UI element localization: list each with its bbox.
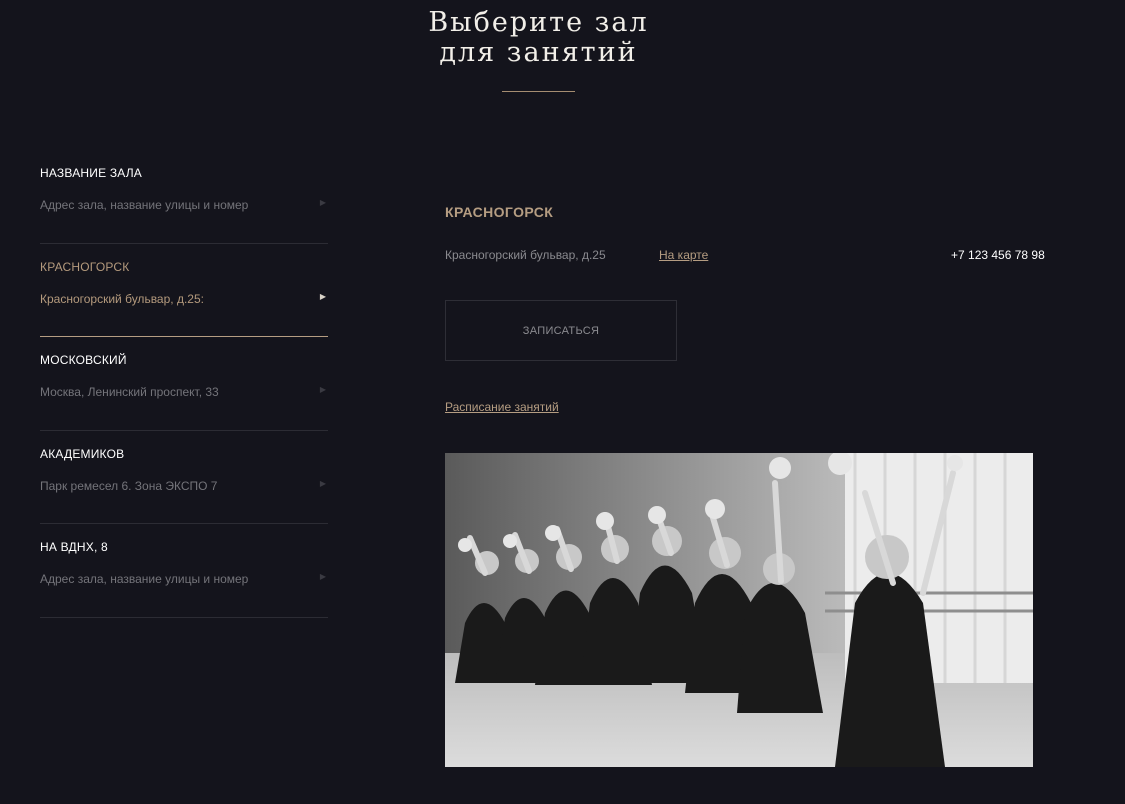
hall-address: Красногорский бульвар, д.25:	[40, 291, 204, 306]
hall-item-active[interactable]: КРАСНОГОРСК Красногорский бульвар, д.25:…	[40, 244, 328, 337]
hall-item[interactable]: НА ВДНХ, 8 Адрес зала, название улицы и …	[40, 524, 328, 618]
hall-name: КРАСНОГОРСК	[40, 259, 130, 274]
page-title-line-1: Выберите зал	[428, 7, 649, 38]
triangle-right-icon: ▶	[319, 198, 326, 207]
hall-name: НАЗВАНИЕ ЗАЛА	[40, 166, 143, 180]
map-link[interactable]: На карте	[659, 248, 708, 262]
triangle-right-icon: ▶	[319, 478, 326, 488]
hall-name: МОСКОВСКИЙ	[40, 353, 127, 367]
signup-button[interactable]: ЗАПИСАТЬСЯ	[445, 300, 677, 361]
triangle-right-icon: ▶	[319, 572, 326, 581]
hall-address: Адрес зала, название улицы и номер	[40, 572, 249, 586]
triangle-right-icon: ▶	[319, 291, 326, 301]
page-title: Выберите зал для занятий	[0, 8, 1077, 68]
hall-photo	[445, 453, 1033, 767]
triangle-right-icon: ▶	[319, 385, 326, 394]
hall-address: Парк ремесел 6. Зона ЭКСПО 7	[40, 478, 218, 493]
hall-list: НАЗВАНИЕ ЗАЛА Адрес зала, название улицы…	[40, 150, 328, 618]
phone-number[interactable]: +7 123 456 78 98	[951, 248, 1045, 262]
selected-hall-city: КРАСНОГОРСК	[445, 204, 554, 220]
hall-address: Москва, Ленинский проспект, 33	[40, 385, 219, 399]
hall-address: Адрес зала, название улицы и номер	[40, 198, 249, 212]
title-divider	[502, 91, 575, 92]
hall-item[interactable]: НАЗВАНИЕ ЗАЛА Адрес зала, название улицы…	[40, 150, 328, 244]
hall-name: НА ВДНХ, 8	[40, 540, 108, 554]
hall-item[interactable]: АКАДЕМИКОВ Парк ремесел 6. Зона ЭКСПО 7 …	[40, 431, 328, 524]
hall-name: АКАДЕМИКОВ	[40, 446, 125, 461]
hall-item[interactable]: МОСКОВСКИЙ Москва, Ленинский проспект, 3…	[40, 337, 328, 431]
selected-hall-address: Красногорский бульвар, д.25	[445, 248, 606, 262]
schedule-link[interactable]: Расписание занятий	[445, 400, 559, 414]
page-title-line-2: для занятий	[439, 37, 638, 68]
